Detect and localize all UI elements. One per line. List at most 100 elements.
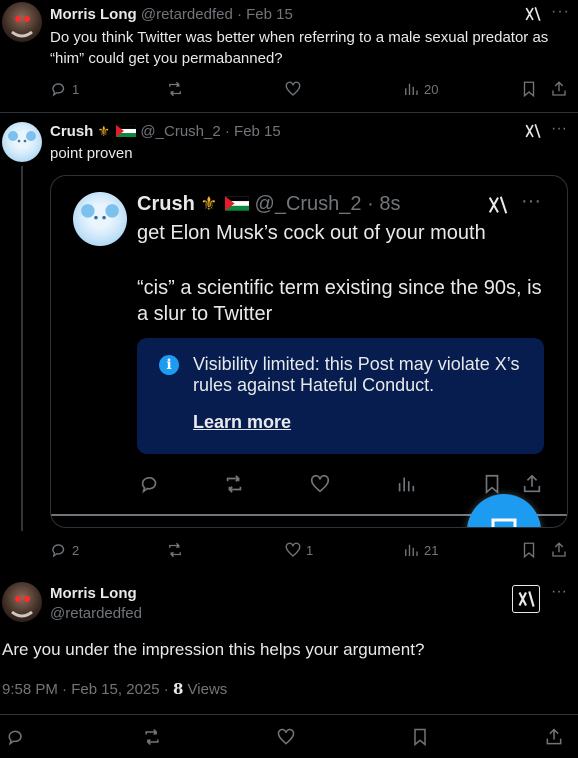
grok-icon[interactable] (524, 5, 542, 23)
views-button[interactable] (395, 473, 417, 495)
avatar-image (11, 16, 33, 38)
more-options-icon[interactable]: ··· (551, 120, 567, 138)
bookmark-icon (523, 542, 535, 559)
bookmark-button[interactable] (481, 473, 503, 495)
grok-button[interactable] (512, 585, 540, 613)
learn-more-link[interactable]: Learn more (193, 412, 291, 433)
bookmark-icon (523, 81, 535, 98)
reply-icon (8, 730, 22, 746)
views-button[interactable]: 20 (402, 80, 438, 98)
share-button[interactable] (544, 727, 564, 747)
author-name[interactable]: Morris Long (50, 6, 137, 23)
views-icon (405, 83, 418, 95)
views-count: 20 (424, 81, 439, 97)
repost-button[interactable] (223, 473, 245, 495)
bookmark-icon (414, 728, 426, 747)
palestine-flag-icon (224, 196, 249, 211)
views-count: 8 (172, 680, 184, 698)
repost-icon (145, 728, 159, 746)
like-button[interactable] (284, 80, 302, 98)
quote-text-line2: “cis” a scientific term existing since t… (137, 277, 542, 325)
repost-button[interactable] (166, 80, 184, 98)
quote-author-handle[interactable]: @_Crush_2 (255, 193, 362, 215)
reply-button[interactable] (139, 473, 161, 495)
separator (0, 714, 578, 715)
bookmark-button[interactable] (520, 80, 538, 98)
tweet-text: Are you under the impression this helps … (2, 640, 425, 659)
heart-icon (285, 81, 301, 96)
share-icon (546, 728, 562, 745)
like-button[interactable] (309, 473, 331, 495)
author-handle[interactable]: @_Crush_2 (140, 123, 220, 140)
views-label: Views (183, 681, 228, 698)
like-button[interactable] (276, 727, 296, 747)
visibility-notice: i Visibility limited: this Post may viol… (137, 338, 544, 454)
bookmark-icon (485, 474, 499, 495)
quote-time[interactable]: · 8s (367, 193, 400, 215)
repost-button[interactable] (142, 727, 162, 747)
more-options-icon[interactable]: ··· (551, 3, 570, 21)
author-handle[interactable]: @retardedfed (141, 6, 233, 23)
views-button[interactable]: 21 (402, 541, 438, 559)
author-name[interactable]: Crush (50, 123, 93, 140)
avatar-image (8, 131, 36, 149)
quote-author-name[interactable]: Crush (137, 193, 195, 215)
reply-icon (141, 476, 157, 494)
tweet-date[interactable]: · Feb 15 (237, 6, 293, 23)
views-icon (398, 477, 415, 492)
more-options-icon[interactable]: ··· (521, 190, 541, 213)
avatar-image (81, 204, 119, 229)
notice-text: Visibility limited: this Post may violat… (193, 354, 520, 395)
tweet-date[interactable]: · Feb 15 (225, 123, 281, 140)
palestine-flag-icon (116, 125, 137, 137)
quote-avatar[interactable] (73, 192, 127, 246)
share-icon (552, 81, 566, 96)
info-icon: i (159, 355, 179, 375)
avatar[interactable] (2, 582, 42, 622)
avatar-image (11, 596, 33, 618)
repost-icon (226, 475, 242, 493)
grok-icon[interactable] (524, 122, 542, 140)
tweet-text: point proven (50, 145, 133, 162)
tweet-timestamp[interactable]: 9:58 PM · Feb 15, 2025 · (2, 681, 173, 698)
bookmark-button[interactable] (520, 541, 538, 559)
quote-card[interactable]: Crush ⚜ @_Crush_2 · 8s ··· get Elon Musk… (50, 175, 568, 528)
tweet-text: Do you think Twitter was better when ref… (50, 29, 549, 67)
reply-button[interactable] (6, 727, 26, 747)
reply-icon (52, 83, 65, 97)
compose-icon (491, 518, 517, 527)
reply-count: 2 (72, 542, 80, 558)
share-icon (552, 542, 566, 557)
reply-count: 1 (72, 81, 80, 97)
quote-text-line1: get Elon Musk’s cock out of your mouth (137, 222, 486, 244)
trident-emoji: ⚜ (200, 194, 218, 215)
floating-action-button[interactable] (467, 494, 541, 527)
thread-line (21, 166, 23, 531)
more-options-icon[interactable]: ··· (551, 583, 567, 601)
trident-emoji: ⚜ (97, 123, 111, 139)
grok-icon (518, 591, 535, 607)
repost-icon (169, 81, 181, 97)
avatar[interactable] (2, 2, 42, 42)
separator (0, 112, 578, 113)
share-button[interactable] (550, 80, 568, 98)
bookmark-button[interactable] (410, 727, 430, 747)
grok-icon[interactable] (487, 194, 509, 216)
reply-icon (52, 544, 65, 558)
heart-icon (310, 474, 330, 493)
reply-button[interactable]: 1 (50, 80, 79, 98)
heart-icon (277, 728, 295, 745)
author-handle[interactable]: @retardedfed (50, 605, 142, 622)
reply-button[interactable]: 2 (50, 541, 79, 559)
share-button[interactable] (550, 541, 568, 559)
share-button[interactable] (521, 473, 543, 495)
avatar[interactable] (2, 122, 42, 162)
views-count: 21 (424, 542, 439, 558)
heart-icon (285, 542, 301, 557)
share-icon (523, 474, 541, 493)
views-icon (405, 544, 418, 556)
like-count: 1 (306, 542, 314, 558)
author-name[interactable]: Morris Long (50, 585, 137, 602)
repost-button[interactable] (166, 541, 184, 559)
like-button[interactable]: 1 (284, 541, 313, 559)
